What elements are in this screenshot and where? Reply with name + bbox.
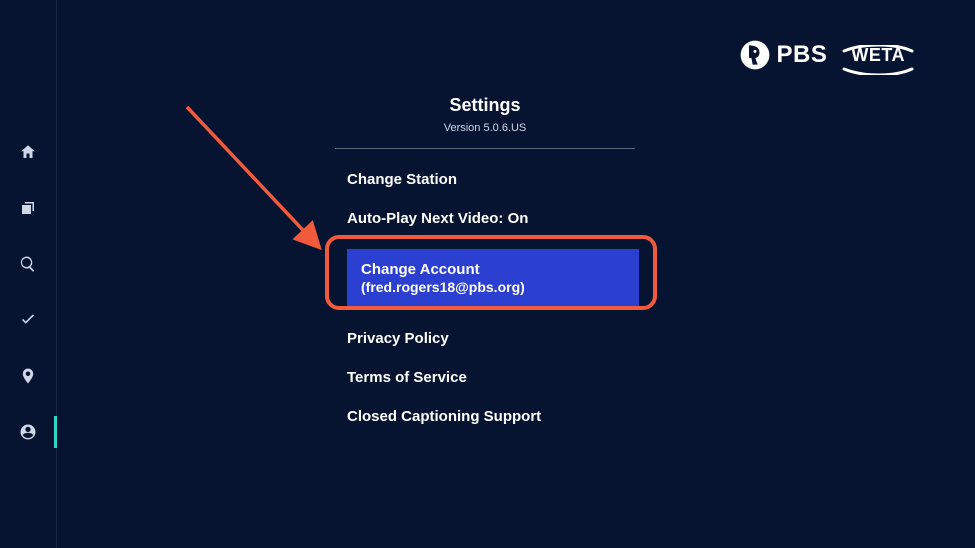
annotation-arrow-icon: [175, 95, 345, 265]
location-icon: [19, 367, 37, 385]
copy-icon: [19, 199, 37, 217]
header-logos: PBS WETA: [740, 40, 917, 70]
sidebar-item-profile[interactable]: [0, 420, 56, 444]
menu-item-terms[interactable]: Terms of Service: [347, 369, 635, 386]
pbs-head-icon: [740, 40, 770, 70]
change-account-label: Change Account: [361, 261, 625, 279]
sidebar-item-location[interactable]: [0, 364, 56, 388]
pbs-logo-text: PBS: [776, 41, 827, 69]
menu-item-change-account[interactable]: Change Account (fred.rogers18@pbs.org): [347, 249, 639, 308]
settings-menu: Change Station Auto-Play Next Video: On …: [335, 171, 635, 425]
weta-logo: WETA: [839, 45, 917, 66]
change-account-email: (fred.rogers18@pbs.org): [361, 279, 625, 296]
home-icon: [19, 143, 37, 161]
weta-logo-text: WETA: [839, 45, 917, 66]
menu-item-autoplay[interactable]: Auto-Play Next Video: On: [347, 210, 635, 227]
pbs-logo: PBS: [740, 40, 827, 70]
profile-icon: [19, 423, 37, 441]
sidebar-item-home[interactable]: [0, 140, 56, 164]
sidebar-item-search[interactable]: [0, 252, 56, 276]
menu-item-captioning[interactable]: Closed Captioning Support: [347, 408, 635, 425]
version-label: Version 5.0.6.US: [335, 122, 635, 134]
divider: [335, 148, 635, 149]
settings-panel: Settings Version 5.0.6.US Change Station…: [335, 95, 635, 425]
page-title: Settings: [335, 95, 635, 116]
sidebar-item-library[interactable]: [0, 196, 56, 220]
sidebar-item-checkmark[interactable]: [0, 308, 56, 332]
search-icon: [19, 255, 37, 273]
check-icon: [19, 311, 37, 329]
menu-item-privacy[interactable]: Privacy Policy: [347, 330, 635, 347]
sidebar-divider: [56, 0, 57, 548]
menu-item-change-station[interactable]: Change Station: [347, 171, 635, 188]
sidebar: [0, 0, 56, 548]
